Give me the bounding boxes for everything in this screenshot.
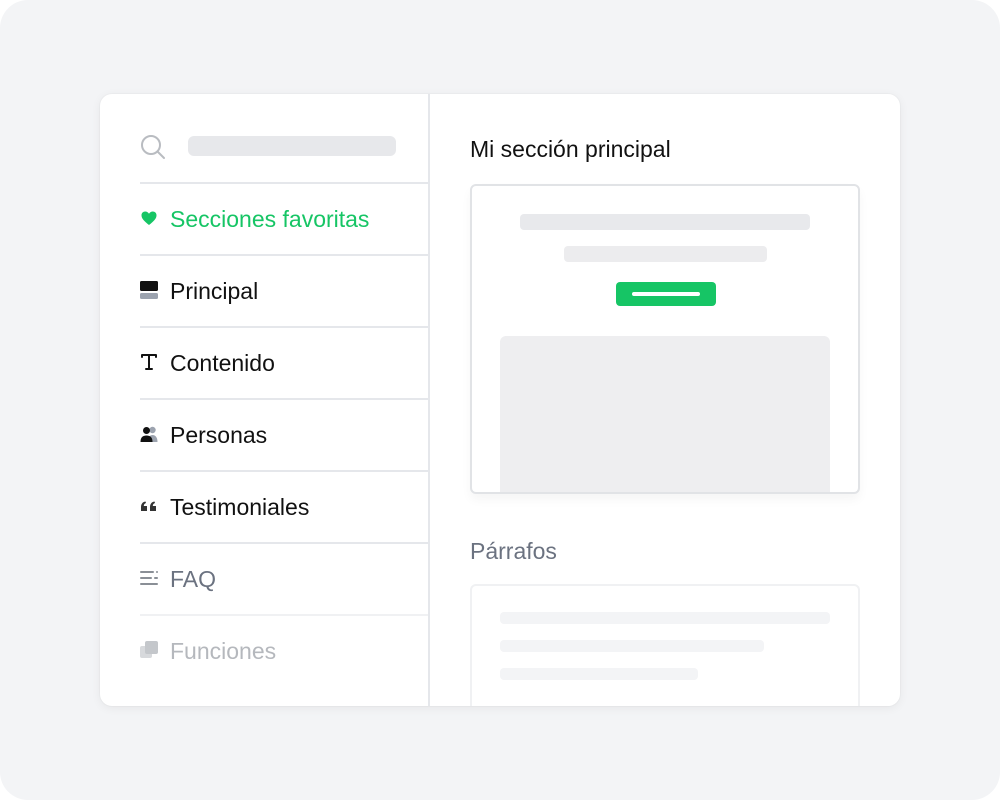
sidebar-item-label: Principal <box>170 278 259 304</box>
sidebar-item-testimoniales[interactable]: Testimoniales <box>140 470 428 542</box>
sidebar-item-funciones[interactable]: Funciones <box>140 614 428 686</box>
placeholder-line <box>500 640 764 652</box>
sidebar-item-label: Funciones <box>170 638 277 664</box>
sidebar-item-principal[interactable]: Principal <box>140 254 428 326</box>
search-input[interactable] <box>188 136 396 156</box>
section-title: Mi sección principal <box>470 136 671 162</box>
search-icon[interactable] <box>140 134 166 160</box>
placeholder-subheading <box>564 246 767 262</box>
placeholder-line <box>500 668 698 680</box>
sidebar-item-label: Personas <box>170 422 268 448</box>
sidebar-item-label: FAQ <box>170 566 217 592</box>
placeholder-image <box>500 336 830 492</box>
subsection-title: Párrafos <box>470 538 557 564</box>
sidebar-item-secciones-favoritas[interactable]: Secciones favoritas <box>140 182 428 254</box>
header-layout-icon <box>140 281 158 299</box>
sidebar-item-label: Secciones favoritas <box>170 206 370 232</box>
placeholder-line <box>500 612 830 624</box>
stacked-squares-icon <box>140 641 158 659</box>
search-row[interactable] <box>140 134 396 160</box>
sidebar-item-personas[interactable]: Personas <box>140 398 428 470</box>
sidebar: Secciones favoritas Principal Contenido … <box>100 94 430 706</box>
main-content: Mi sección principal Párrafos <box>430 94 900 706</box>
heart-icon <box>140 209 158 227</box>
placeholder-cta-label <box>632 292 700 296</box>
sidebar-item-faq[interactable]: FAQ <box>140 542 428 614</box>
text-type-icon <box>140 353 158 371</box>
quote-icon <box>140 497 158 515</box>
placeholder-heading <box>520 214 810 230</box>
placeholder-cta-button[interactable] <box>616 282 716 306</box>
section-picker-panel: Secciones favoritas Principal Contenido … <box>100 94 900 706</box>
people-icon <box>140 425 158 443</box>
section-nav-list: Secciones favoritas Principal Contenido … <box>140 182 428 686</box>
section-preview-card[interactable] <box>470 184 860 494</box>
sidebar-item-label: Testimoniales <box>170 494 310 520</box>
list-icon <box>140 569 158 587</box>
sidebar-item-contenido[interactable]: Contenido <box>140 326 428 398</box>
sidebar-item-label: Contenido <box>170 350 275 376</box>
paragraphs-preview-card[interactable] <box>470 584 860 706</box>
